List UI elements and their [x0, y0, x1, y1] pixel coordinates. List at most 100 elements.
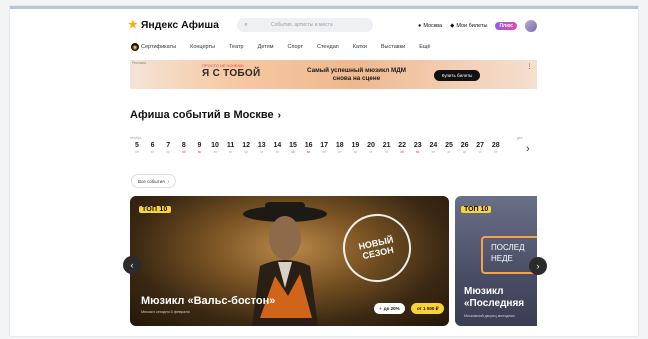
avatar[interactable]	[525, 20, 538, 32]
date-item[interactable]: 26 ср	[458, 142, 472, 154]
nav-item-more[interactable]: Ещё	[419, 44, 430, 50]
date-day: 21	[382, 142, 391, 149]
nav-item-sport[interactable]: Спорт	[288, 44, 303, 50]
date-weekday: вт	[447, 150, 451, 154]
search-input[interactable]: ⌕ События, артисты и места	[237, 18, 373, 32]
plus-badge[interactable]: Плюс	[495, 22, 518, 30]
date-day: 10	[211, 142, 219, 149]
date-day: 19	[351, 142, 360, 149]
date-weekday: вт	[229, 150, 233, 154]
price-button[interactable]: от 1 500 ₽	[411, 303, 445, 314]
date-weekday: пт	[275, 150, 279, 154]
buy-tickets-button[interactable]: Купить билеты	[434, 70, 480, 81]
date-weekday: пт	[494, 150, 498, 154]
date-item[interactable]: 13 чт	[255, 142, 269, 154]
chevron-right-icon[interactable]: ›	[526, 143, 530, 155]
ad-banner[interactable]: Реклама ПРОСТО НЕ ХОЧЕШЬ Я С ТОБОЙ Самый…	[130, 60, 537, 89]
event-card-main[interactable]: ТОП 10 НОВЫЙ СЕЗОН Мюзикл «Вальс-бостон»…	[130, 196, 449, 326]
date-weekday: пн	[322, 150, 326, 154]
carousel-next-button[interactable]: ›	[529, 257, 547, 275]
date-weekday: сб	[291, 150, 295, 154]
date-item[interactable]: 22 сб	[395, 142, 409, 154]
title-line: «Последняя	[464, 298, 525, 309]
date-day: 20	[367, 142, 375, 149]
date-day: 7	[166, 142, 171, 149]
event-title: Мюзикл «Вальс-бостон»	[141, 295, 276, 307]
more-options-icon[interactable]: ⋮	[526, 64, 533, 71]
date-weekday: сб	[400, 150, 404, 154]
date-day: 5	[135, 142, 139, 149]
date-item[interactable]: 7 ср	[161, 142, 175, 154]
date-item[interactable]: 19 ср	[348, 142, 362, 154]
date-item[interactable]: 16 вс	[302, 142, 316, 154]
date-item[interactable]: 23 вс	[411, 142, 425, 154]
date-item[interactable]: 20 чт	[364, 142, 378, 154]
date-day: 22	[398, 142, 407, 149]
discount-badge: ● до 20%	[374, 303, 405, 314]
plus-icon: ●	[379, 306, 382, 311]
date-item[interactable]: 6 вт	[146, 142, 160, 154]
event-subtitle: Московский дворец молодёжи	[464, 314, 515, 318]
date-weekday: вт	[338, 150, 342, 154]
header-right: ● Москва ◆ Мои билеты Плюс	[418, 20, 538, 32]
chevron-right-icon: ›	[277, 109, 281, 121]
carousel-prev-button[interactable]: ‹	[123, 256, 141, 274]
nav-label: Сертификаты	[141, 44, 177, 50]
nav-item-exhibitions[interactable]: Выставки	[381, 44, 405, 50]
date-item[interactable]: 25 вт	[442, 142, 456, 154]
date-day: 25	[445, 142, 453, 149]
filter-all-events[interactable]: Все события ›	[131, 174, 177, 188]
date-item[interactable]: 9 вс	[192, 142, 206, 154]
date-weekday: чт	[260, 150, 264, 154]
nav-item-standup[interactable]: Стендап	[317, 44, 339, 50]
date-day: 27	[476, 142, 485, 149]
tickets-label: Мои билеты	[456, 23, 488, 29]
date-item[interactable]: 10 пн	[208, 142, 222, 154]
date-item[interactable]: 27 чт	[473, 142, 487, 154]
date-item[interactable]: 15 сб	[286, 142, 300, 154]
nav-item-concerts[interactable]: Концерты	[190, 44, 215, 50]
event-card-next[interactable]: ТОП 10 ПОСЛЕД НЕДЕ Мюзикл «Последняя Мос…	[455, 196, 537, 326]
logo-icon: ★	[128, 18, 138, 31]
date-item[interactable]: 14 пт	[270, 142, 284, 154]
date-item[interactable]: 28 пт	[489, 142, 503, 154]
date-day: 16	[304, 142, 313, 149]
headline-line: снова на сцене	[332, 75, 381, 82]
nav-item-certificates[interactable]: ◉ Сертификаты	[131, 43, 176, 51]
date-item[interactable]: 5 пн	[130, 142, 144, 154]
nav-item-rinks[interactable]: Катки	[353, 44, 367, 50]
page-title-text: Афиша событий в Москве	[130, 109, 274, 121]
my-tickets-link[interactable]: ◆ Мои билеты	[450, 23, 487, 29]
page-title[interactable]: Афиша событий в Москве ›	[130, 109, 281, 121]
date-item[interactable]: 18 вт	[333, 142, 347, 154]
date-day: 24	[429, 142, 438, 149]
city-selector[interactable]: ● Москва	[418, 23, 442, 29]
banner-poster: ПРОСТО НЕ ХОЧЕШЬ Я С ТОБОЙ	[202, 63, 287, 87]
search-placeholder: События, артисты и места	[271, 22, 333, 28]
month-label-left: ноябрь	[130, 136, 142, 140]
date-weekday: ср	[166, 150, 170, 154]
top10-badge: ТОП 10	[461, 206, 492, 213]
poster-title: Я С ТОБОЙ	[202, 68, 261, 79]
location-pin-icon: ●	[418, 23, 422, 29]
banner-headline: Самый успешный мюзикл МДМ снова на сцене	[307, 67, 406, 83]
top10-badge: ТОП 10	[139, 206, 171, 213]
date-item[interactable]: 24 пн	[426, 142, 440, 154]
date-item[interactable]: 21 пт	[380, 142, 394, 154]
nav-item-kids[interactable]: Детям	[258, 44, 274, 50]
title-line: Мюзикл	[464, 286, 504, 297]
date-item[interactable]: 8 сб	[177, 142, 191, 154]
date-weekday: пн	[431, 150, 436, 154]
date-weekday: сб	[182, 150, 186, 154]
date-item[interactable]: 17 пн	[317, 142, 331, 154]
date-weekday: вс	[197, 150, 202, 154]
date-day: 14	[273, 142, 282, 149]
ad-label: Реклама	[132, 61, 147, 65]
logo[interactable]: ★ Яндекс Афиша	[128, 19, 219, 31]
event-subtitle: Мюзикл сегодня 5 февраля	[141, 310, 190, 314]
date-item[interactable]: 11 вт	[224, 142, 238, 154]
date-weekday: вс	[306, 150, 311, 154]
date-day: 11	[226, 142, 235, 149]
date-item[interactable]: 12 ср	[239, 142, 253, 154]
nav-item-theatre[interactable]: Театр	[229, 44, 244, 50]
